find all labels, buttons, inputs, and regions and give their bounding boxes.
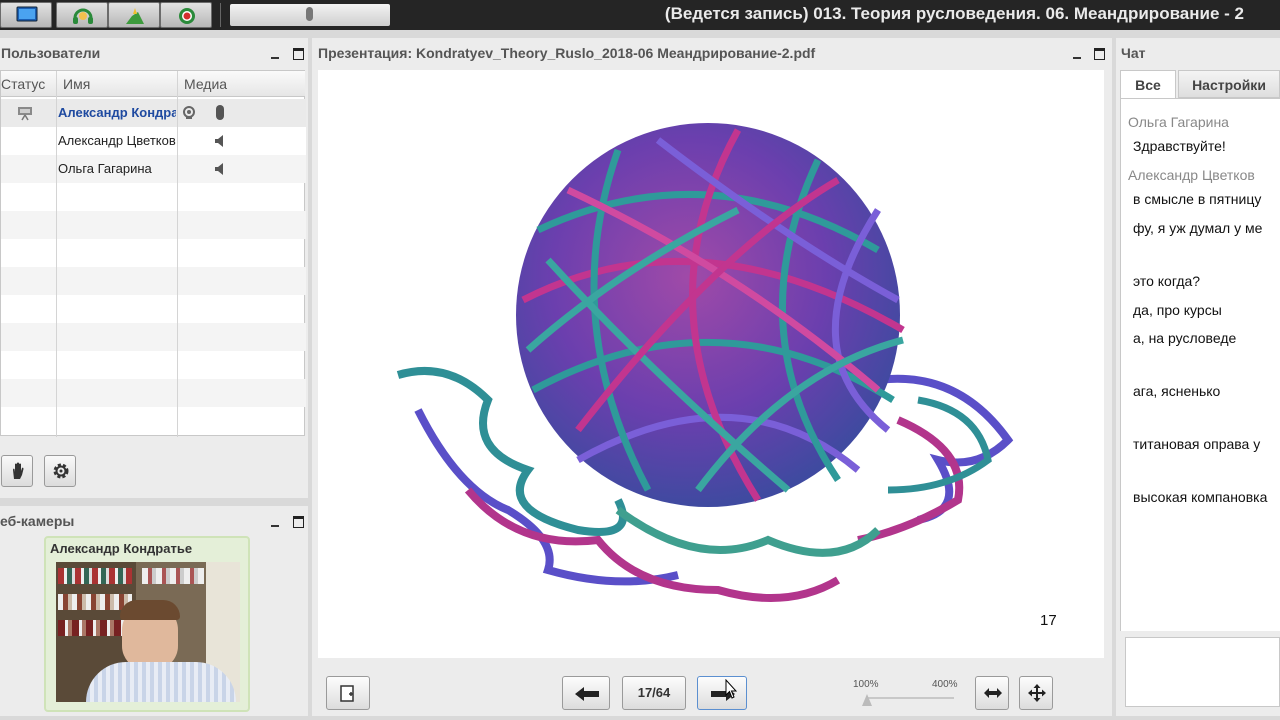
chat-message: титановая оправа у <box>1133 436 1261 452</box>
slide-area[interactable]: 17 <box>318 70 1104 658</box>
hand-icon <box>13 462 24 479</box>
desktop-share-button[interactable] <box>0 2 52 28</box>
tab-all[interactable]: Все <box>1120 70 1176 98</box>
webcam-video <box>56 562 240 702</box>
microphone-icon <box>216 105 224 120</box>
empty-row <box>1 183 306 211</box>
column-media[interactable]: Медиа <box>177 71 305 97</box>
monitor-icon <box>16 6 38 22</box>
chat-input[interactable] <box>1125 637 1280 707</box>
window-title: (Ведется запись) 013. Теория русловедени… <box>664 4 1244 23</box>
user-row[interactable]: Александр Цветков <box>1 127 306 155</box>
gear-icon <box>53 463 69 479</box>
record-icon <box>179 8 195 24</box>
zoom-slider-thumb[interactable] <box>862 694 872 706</box>
speaker-icon <box>215 135 223 147</box>
chat-message: да, про курсы <box>1133 302 1222 318</box>
speaker-icon <box>215 163 223 175</box>
record-button[interactable] <box>160 2 212 28</box>
chat-message: а, на русловеде <box>1133 330 1237 346</box>
previous-slide-button[interactable] <box>562 676 610 710</box>
chat-message: Здравствуйте! <box>1133 138 1226 154</box>
users-panel-title: Пользователи <box>1 45 101 61</box>
empty-row <box>1 239 306 267</box>
chat-sender: Александр Цветков <box>1128 167 1255 183</box>
chat-message: ага, ясненько <box>1133 383 1221 399</box>
move-icon <box>1028 684 1046 702</box>
headset-button[interactable] <box>56 2 108 28</box>
bottom-edge <box>0 716 1280 720</box>
user-name: Ольга Гагарина <box>58 161 152 176</box>
zoom-max-label: 400% <box>932 679 958 690</box>
column-divider <box>56 71 57 437</box>
empty-row <box>1 295 306 323</box>
zoom-min-label: 100% <box>853 679 879 690</box>
users-minimize-button[interactable] <box>271 57 279 59</box>
settings-button[interactable] <box>44 455 76 487</box>
upload-icon <box>340 685 354 702</box>
empty-row <box>1 407 306 435</box>
user-row[interactable]: Александр Кондра <box>1 99 306 127</box>
chat-message: фу, я уж думал у ме <box>1133 220 1263 236</box>
user-name: Александр Кондра <box>58 105 176 120</box>
chat-panel-title: Чат <box>1121 45 1146 61</box>
slide-number: 17 <box>1040 612 1057 629</box>
webcam-minimize-button[interactable] <box>271 525 279 527</box>
page-counter[interactable]: 17/64 <box>622 676 686 710</box>
user-row[interactable]: Ольга Гагарина <box>1 155 306 183</box>
empty-row <box>1 323 306 351</box>
yarn-ball-image <box>396 123 1014 602</box>
upload-document-button[interactable] <box>108 2 160 28</box>
fit-width-icon <box>984 688 1002 698</box>
arrow-left-icon <box>575 687 599 701</box>
next-slide-button[interactable] <box>697 676 747 710</box>
empty-row <box>1 267 306 295</box>
presentation-minimize-button[interactable] <box>1073 57 1081 59</box>
zoom-slider-track[interactable] <box>866 697 954 699</box>
tab-settings[interactable]: Настройки <box>1178 70 1280 98</box>
webcam-maximize-button[interactable] <box>293 516 304 528</box>
upload-presentation-button[interactable] <box>326 676 370 710</box>
microphone-icon <box>306 7 313 21</box>
presenter-icon <box>18 107 32 121</box>
empty-row <box>1 379 306 407</box>
column-status[interactable]: Статус <box>1 71 56 97</box>
chat-sender: Ольга Гагарина <box>1128 114 1229 130</box>
fit-page-button[interactable] <box>1019 676 1053 710</box>
column-divider <box>177 71 178 437</box>
empty-row <box>1 351 306 379</box>
headset-icon <box>73 8 93 24</box>
presentation-maximize-button[interactable] <box>1094 48 1105 60</box>
column-name[interactable]: Имя <box>56 71 177 97</box>
chat-message: в смысле в пятницу <box>1133 191 1262 207</box>
chat-message: это когда? <box>1133 273 1201 289</box>
chat-message: высокая компановка <box>1133 489 1268 505</box>
raise-hand-button[interactable] <box>1 455 33 487</box>
toolbar-divider <box>220 3 221 27</box>
user-name: Александр Цветков <box>58 133 176 148</box>
webcam-tile[interactable]: Александр Кондратье <box>44 536 250 712</box>
presentation-title: Презентация: Kondratyev_Theory_Ruslo_201… <box>318 45 816 61</box>
fit-width-button[interactable] <box>975 676 1009 710</box>
webcam-user-name: Александр Кондратье <box>50 541 193 556</box>
document-upload-icon <box>126 8 144 24</box>
mouse-cursor-icon <box>725 679 737 699</box>
users-table: Статус Имя Медиа Александр Кондра Алекса… <box>0 70 306 437</box>
webcam-panel-title: еб-камеры <box>0 513 75 529</box>
webcam-icon <box>183 106 195 119</box>
top-toolbar: (Ведется запись) 013. Теория русловедени… <box>0 0 1280 30</box>
users-maximize-button[interactable] <box>293 48 304 60</box>
empty-row <box>1 211 306 239</box>
